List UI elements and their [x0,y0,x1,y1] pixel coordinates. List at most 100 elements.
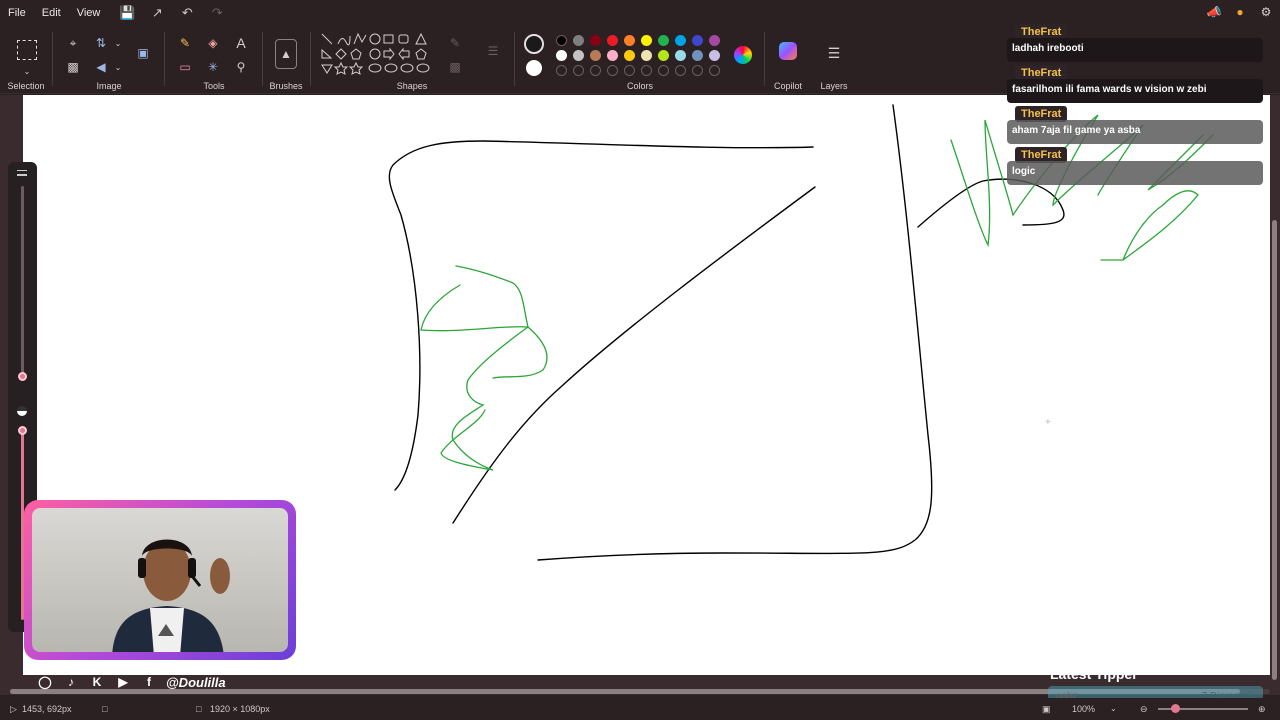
fill-shape-icon[interactable]: ▩ [446,58,464,76]
color-swatch[interactable] [709,35,720,46]
latest-tipper-widget: Latest Tipper nabz 7 Diamonds [1048,666,1263,708]
chat-text: aham 7aja fil game ya asba [1007,120,1263,144]
brushes-label: Brushes [269,81,303,91]
size-icon[interactable]: ☰ [484,42,502,60]
layers-group: ☰ Layers [812,26,856,94]
custom-color-slot[interactable] [692,65,703,76]
edit-colors-icon[interactable] [734,46,752,64]
chevron-down-icon[interactable]: ⌄ [109,58,127,76]
size-icon [17,170,27,176]
image-group: ⌖ ⇅ ⌄ ▣ ▩ ◀ ⌄ Image [54,26,164,94]
vertical-scrollbar[interactable] [1272,100,1277,680]
image-creator-icon[interactable]: ▣ [134,44,152,62]
custom-color-slot[interactable] [658,65,669,76]
color-picker-icon[interactable]: ✳ [204,58,222,76]
instagram-icon: ◯ [38,675,52,689]
custom-color-slot[interactable] [624,65,635,76]
menu-view[interactable]: View [69,7,109,19]
background-removal-icon[interactable]: ▩ [64,58,82,76]
chat-message: TheFrat logic [1007,143,1263,185]
selection-icon[interactable] [17,40,37,60]
color-swatch[interactable] [590,50,601,61]
selection-size-icon: □ [102,704,108,714]
secondary-color[interactable] [526,60,542,76]
zoom-in-icon[interactable]: ⊕ [1258,704,1266,715]
rotate-icon[interactable]: ◀ [92,58,110,76]
menu-file[interactable]: File [0,7,34,19]
opacity-icon [17,406,27,416]
chevron-down-icon[interactable]: ⌄ [1110,704,1117,713]
chat-text: fasarilhom ili fama wards w vision w zeb… [1007,79,1263,103]
custom-color-slot[interactable] [556,65,567,76]
copilot-icon[interactable] [779,42,797,60]
crop-icon[interactable]: ⌖ [64,34,82,52]
resize-icon[interactable]: ⇅ [92,34,110,52]
color-swatch[interactable] [607,35,618,46]
outline-icon[interactable]: ✎ [446,34,464,52]
custom-color-slot[interactable] [675,65,686,76]
custom-color-slot[interactable] [573,65,584,76]
opacity-slider-thumb[interactable] [18,426,27,435]
redo-icon[interactable]: ↷ [206,3,228,23]
status-bar: ▷ 1453, 692px □ □ 1920 × 1080px ▣ 100% ⌄… [0,698,1280,720]
cursor-icon: ▷ [10,704,17,714]
eraser-icon[interactable]: ▭ [176,58,194,76]
share-icon[interactable]: ↗ [146,3,168,23]
color-swatch[interactable] [658,50,669,61]
color-swatch[interactable] [607,50,618,61]
pencil-icon[interactable]: ✎ [176,34,194,52]
primary-color[interactable] [524,34,544,54]
layers-icon[interactable]: ☰ [825,44,843,62]
colors-group: Colors [516,26,764,94]
color-swatch[interactable] [573,35,584,46]
color-swatch[interactable] [624,50,635,61]
color-swatch[interactable] [675,50,686,61]
youtube-icon: ▶ [118,675,128,689]
streamer-figure [112,539,230,652]
tools-group: ✎ ◈ A ▭ ✳ ⚲ Tools [166,26,262,94]
fill-icon[interactable]: ◈ [204,34,222,52]
zoom-out-icon[interactable]: ⊖ [1140,704,1148,715]
text-icon[interactable]: A [232,34,250,52]
fit-icon[interactable]: ▣ [1042,704,1051,715]
undo-icon[interactable]: ↶ [176,3,198,23]
color-swatch[interactable] [709,50,720,61]
color-swatch[interactable] [556,50,567,61]
custom-color-slot[interactable] [709,65,720,76]
save-icon[interactable]: 💾 [116,3,138,23]
zoom-level[interactable]: 100% [1072,704,1095,714]
color-swatch[interactable] [675,35,686,46]
color-swatch[interactable] [624,35,635,46]
color-swatch[interactable] [641,35,652,46]
profile-icon[interactable]: ● [1232,4,1248,20]
zoom-slider-thumb[interactable] [1171,704,1180,713]
chat-text: ladhah irebooti [1007,38,1263,62]
settings-icon[interactable]: ⚙ [1258,4,1274,20]
color-swatch[interactable] [692,50,703,61]
size-track[interactable] [21,186,24,378]
brush-icon[interactable]: ▲ [275,39,297,69]
chevron-down-icon[interactable]: ⌄ [18,62,36,80]
custom-color-slot[interactable] [607,65,618,76]
color-swatch[interactable] [692,35,703,46]
crosshair-cursor: + [1045,417,1051,428]
color-swatch[interactable] [556,35,567,46]
color-swatch[interactable] [573,50,584,61]
tiktok-icon: ♪ [68,675,74,689]
cursor-position: 1453, 692px [22,704,72,714]
chat-message: TheFrat aham 7aja fil game ya asba [1007,102,1263,144]
custom-color-slot[interactable] [590,65,601,76]
copilot-label: Copilot [773,81,802,91]
magnifier-icon[interactable]: ⚲ [232,58,250,76]
tools-label: Tools [203,81,225,91]
social-handle: @Doulilla [166,674,226,690]
chevron-down-icon[interactable]: ⌄ [109,34,127,52]
megaphone-icon[interactable]: 📣 [1206,4,1222,20]
color-swatch[interactable] [590,35,601,46]
custom-color-slot[interactable] [641,65,652,76]
shapes-gallery-icon[interactable] [320,32,442,80]
color-swatch[interactable] [658,35,669,46]
size-slider-thumb[interactable] [18,372,27,381]
color-swatch[interactable] [641,50,652,61]
menu-edit[interactable]: Edit [34,7,69,19]
